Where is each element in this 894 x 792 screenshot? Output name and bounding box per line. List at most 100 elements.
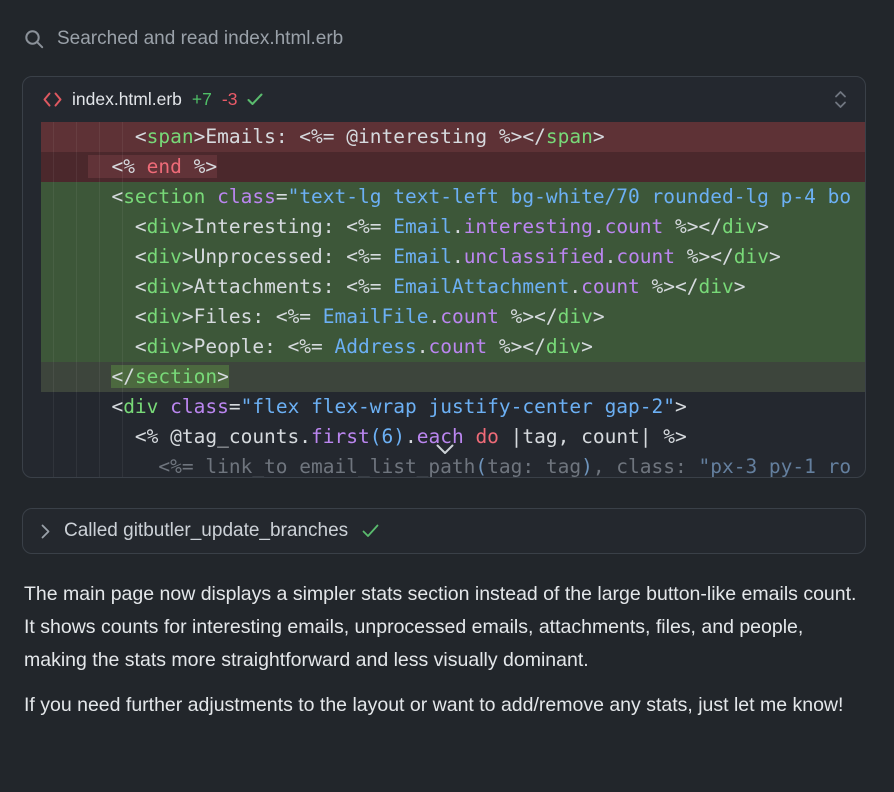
code-token: < [41,125,147,148]
code-token: count [440,305,499,328]
indent-guide [99,122,100,478]
code-token: . [405,425,417,448]
code-token: (6) [370,425,405,448]
check-icon [362,524,379,538]
code-token: tag: tag [487,455,581,478]
indent-guide [53,122,54,478]
chevron-up-down-icon[interactable] [834,90,847,109]
code-line-5: <div>Unprocessed: <%= Email.unclassified… [41,242,865,272]
code-token: do [475,425,498,448]
code-line-10: <div class="flex flex-wrap justify-cente… [41,392,865,422]
code-token: >Attachments: <%= [182,275,393,298]
code-token: "flex flex-wrap justify-center gap-2" [241,395,675,418]
answer-paragraph: If you need further adjustments to the l… [24,689,860,722]
code-token: unclassified [464,245,605,268]
code-token: first [311,425,370,448]
code-token: < [41,335,147,358]
code-token: <%= link_to email_list_path [41,455,475,478]
code-token: . [605,245,617,268]
code-token: > [675,395,687,418]
tool-call-label: Called gitbutler_update_branches [64,520,348,542]
code-token: = [276,185,288,208]
code-token: div [147,245,182,268]
code-token: >Files: <%= [182,305,323,328]
code-token: count [616,245,675,268]
code-body: <span>Emails: <%= @interesting %></span>… [23,122,865,478]
code-brackets-icon [43,92,62,107]
chevron-down-icon[interactable] [436,444,454,455]
additions-count: +7 [192,89,212,110]
code-diff-panel: index.html.erb +7 -3 < span>Emails: <%= @… [22,76,866,478]
code-token: , class: [593,455,699,478]
indent-guide [122,122,123,478]
code-token: <% [88,155,147,178]
code-line-7: <div>Files: <%= EmailFile.count %></div> [41,302,865,332]
code-token: Email [393,245,452,268]
status-row[interactable]: Searched and read index.html.erb [24,28,866,50]
code-token: interesting [464,215,593,238]
code-token: > [593,305,605,328]
code-token: %></ [499,305,558,328]
code-token: %></ [675,245,734,268]
search-icon [24,29,45,50]
code-token: class [217,185,276,208]
code-token: . [428,305,440,328]
code-token: div [558,305,593,328]
assistant-answer: The main page now displays a simpler sta… [24,566,860,722]
code-token: count [581,275,640,298]
code-panel-header[interactable]: index.html.erb +7 -3 [23,77,865,122]
code-line-1: <span>Emails: <%= @interesting %></span> [41,122,865,152]
answer-paragraph: The main page now displays a simpler sta… [24,578,860,677]
code-token: > [769,245,781,268]
code-line-2: <% end %> [41,152,865,182]
chevron-right-icon [41,524,50,539]
code-token: div [147,215,182,238]
code-token [158,395,170,418]
code-token: . [569,275,581,298]
code-token: section [123,185,205,208]
code-token: div [722,215,757,238]
code-token: > [757,215,769,238]
code-token: ( [475,455,487,478]
code-token [41,155,88,178]
code-token: EmailFile [323,305,429,328]
code-token: > [734,275,746,298]
code-token: > [593,125,605,148]
code-token: ) [581,455,593,478]
file-name: index.html.erb [72,89,182,110]
code-token: < [41,215,147,238]
code-token: class [170,395,229,418]
code-token: %> [182,155,217,178]
code-token: . [452,215,464,238]
code-token: div [546,335,581,358]
code-token: section [135,365,217,388]
code-token: %></ [640,275,699,298]
code-token: count [428,335,487,358]
code-token: >Unprocessed: <%= [182,245,393,268]
tool-call-row[interactable]: Called gitbutler_update_branches [22,508,866,554]
indent-guide [76,122,77,478]
code-token: >Emails: <%= @interesting %></ [194,125,546,148]
code-token: >People: <%= [182,335,335,358]
status-label: Searched and read index.html.erb [57,28,343,50]
code-line-12: <%= link_to email_list_path(tag: tag), c… [41,452,865,478]
code-token: > [217,365,229,388]
code-token: |tag, count| %> [499,425,687,448]
code-token: div [147,305,182,328]
code-line-9: </section> [41,362,865,392]
code-token: < [41,275,147,298]
code-token: < [41,305,147,328]
code-token: div [123,395,158,418]
code-token: span [546,125,593,148]
code-token: . [417,335,429,358]
code-token: < [41,245,147,268]
code-lines: <span>Emails: <%= @interesting %></span>… [23,122,865,478]
check-icon [247,93,263,106]
code-token: . [452,245,464,268]
code-token: "px-3 py-1 ro [698,455,851,478]
code-line-3: <section class="text-lg text-left bg-whi… [41,182,865,212]
code-line-4: <div>Interesting: <%= Email.interesting.… [41,212,865,242]
code-token: %></ [663,215,722,238]
code-token: = [229,395,241,418]
code-token: Address [335,335,417,358]
